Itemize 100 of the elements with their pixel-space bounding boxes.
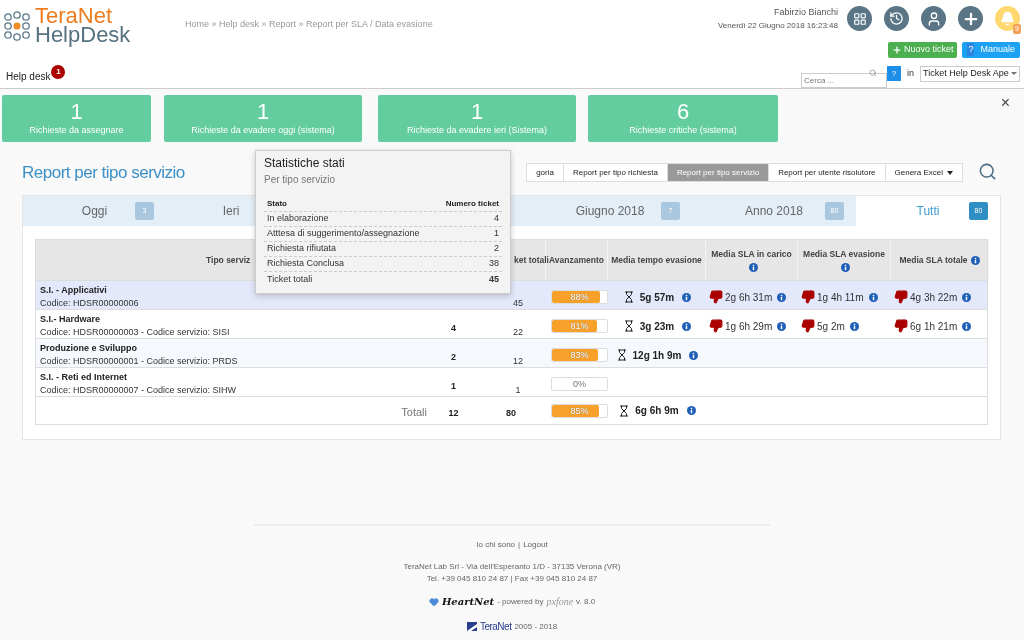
column-header: Media SLA evasione <box>803 247 885 261</box>
plus-icon <box>891 44 902 55</box>
open-count: 1 <box>451 381 456 391</box>
copyright-years: 2005 - 2018 <box>514 620 558 633</box>
brand-name: HeartNet <box>441 595 495 609</box>
history-button[interactable] <box>884 6 909 32</box>
sla-value: 6g 1h 21m <box>910 319 958 334</box>
open-total: 12 <box>448 407 459 418</box>
card-count: 6 <box>676 99 690 124</box>
excel-dropdown[interactable]: Genera Excel <box>885 164 962 181</box>
service-name: S.I. - Reti ed Internet <box>40 370 127 384</box>
product-name: pxfone <box>546 595 574 609</box>
apps-grid-button[interactable] <box>847 6 872 32</box>
status-label: Richiesta Conclusa <box>267 257 345 271</box>
totals-label: Totali <box>401 405 427 418</box>
caret-icon <box>1011 72 1017 75</box>
status-count: 4 <box>494 212 499 226</box>
thumbs-down-icon <box>709 290 723 304</box>
progress-label: 83% <box>569 349 590 361</box>
progress-label: 85% <box>569 404 590 417</box>
phone-text: Tel. +39 045 810 24 87 | Fax +39 045 810 24 87 <box>426 573 598 585</box>
info-icon <box>962 292 972 302</box>
column-header: Avanzamento <box>549 253 604 267</box>
info-icon <box>849 321 859 331</box>
status-label: Richiesta rifiutata <box>267 242 337 256</box>
info-icon <box>682 292 692 302</box>
info-icon <box>689 350 699 360</box>
powered-text: - powered by <box>497 595 544 608</box>
column-header: ket totali <box>514 253 549 267</box>
total-count: 12 <box>513 356 523 366</box>
sla-value: 1g 6h 29m <box>725 319 773 334</box>
status-count: 1 <box>494 227 499 241</box>
popover-title: Statistiche stati <box>264 155 346 172</box>
add-button[interactable] <box>958 6 983 32</box>
status-label: Atttesa di suggerimento/assegnazione <box>267 227 420 241</box>
thumbs-down-icon <box>894 319 908 333</box>
progress-label: 81% <box>569 320 590 332</box>
version-text: v. 8.0 <box>576 595 596 608</box>
service-code: Codice: HDSR00000003 - Codice servizio: SISI <box>40 326 230 339</box>
caret-icon <box>947 170 953 175</box>
hourglass-icon <box>622 320 635 332</box>
user-name: Fabirzio Bianchi <box>773 6 838 19</box>
column-header: Stato <box>267 198 287 210</box>
notification-badge: 1 <box>51 65 66 79</box>
hourglass-icon <box>618 404 631 417</box>
sla-value: 2g 6h 31m <box>725 290 773 305</box>
logo-icon <box>466 622 477 631</box>
card-count: 1 <box>470 99 484 124</box>
table-row[interactable]: S.I.- Hardware Codice: HDSR00000003 - Codice servizio: SISI 4 22 81% 3g 23m 1g 6h 29m 5g 2m 6g 1h 21m <box>36 309 987 338</box>
card-label: Richieste da evadere ieri (Sistema) <box>406 123 548 137</box>
progress-label: 0% <box>572 378 587 390</box>
sla-value: 1g 4h 11m <box>817 290 864 305</box>
service-name: S.I. - Applicativi <box>40 283 107 297</box>
status-label: In elaborazione <box>267 212 329 226</box>
column-header: Tipo serviz <box>206 253 251 267</box>
ticket-total: 80 <box>506 407 516 418</box>
hourglass-icon <box>622 291 635 303</box>
report-tab[interactable]: Report per tipo servizio <box>667 164 770 181</box>
card-count: 1 <box>70 99 83 124</box>
logout-link[interactable]: Logout <box>523 539 548 551</box>
breadcrumb: Home » Help desk » Report » Report per SLA / Data evasione <box>185 19 433 29</box>
status-count: 2 <box>494 242 499 256</box>
service-name: S.I.- Hardware <box>40 312 101 326</box>
in-label: in <box>907 66 914 80</box>
total-count: 22 <box>513 327 523 337</box>
info-icon <box>868 292 878 302</box>
search-field[interactable]: Cerca ... <box>801 73 887 88</box>
history-icon <box>889 11 904 27</box>
logo-icon <box>3 10 33 41</box>
search-icon[interactable] <box>978 162 997 181</box>
card-label: Richieste da evadere oggi (sistema) <box>191 123 335 137</box>
service-code: Codice: HDSR00000006 <box>40 297 139 310</box>
new-ticket-button[interactable]: Nuovo ticket <box>887 41 958 58</box>
thumbs-down-icon <box>709 319 723 333</box>
sla-value: 4g 3h 22m <box>910 290 958 305</box>
table-row[interactable]: S.I. - Reti ed Internet Codice: HDSR00000007 - Codice servizio: SIHW 1 1 0% <box>36 367 987 396</box>
user-avatar[interactable] <box>921 6 946 32</box>
open-count: 4 <box>451 323 456 333</box>
average-time: 12g 1h 9m <box>632 348 682 363</box>
table-row[interactable]: Produzione e Sviluppo Codice: HDSR00000001 - Codice servizio: PRDS 2 12 83% 12g 1h 9m <box>36 338 987 367</box>
nav-link[interactable]: Help desk <box>6 69 51 84</box>
heart-icon <box>428 596 439 607</box>
column-header: Numero ticket <box>445 198 499 210</box>
info-icon <box>682 321 692 331</box>
card-label: Richieste critiche (sistema) <box>629 123 737 137</box>
progress-label: 88% <box>569 291 590 303</box>
card-label: Richieste da assegnare <box>29 123 124 137</box>
card-count: 1 <box>256 99 270 124</box>
logo-text: TeraNet <box>35 6 113 25</box>
search-icon <box>869 69 877 77</box>
report-title: Report per tipo servizio <box>22 161 185 184</box>
help-button[interactable]: ? <box>887 66 901 81</box>
info-icon <box>962 321 972 331</box>
manual-button[interactable]: ? Manuale <box>962 41 1020 58</box>
date-time: Venerdì 22 Giugno 2018 16:23:48 <box>717 19 838 32</box>
about-link[interactable]: Io chi sono <box>476 539 516 551</box>
scope-dropdown[interactable]: Ticket Help Desk Ape <box>920 65 1020 82</box>
close-button[interactable]: × <box>1000 95 1010 111</box>
total-count: 45 <box>513 298 523 308</box>
info-icon <box>686 406 696 415</box>
